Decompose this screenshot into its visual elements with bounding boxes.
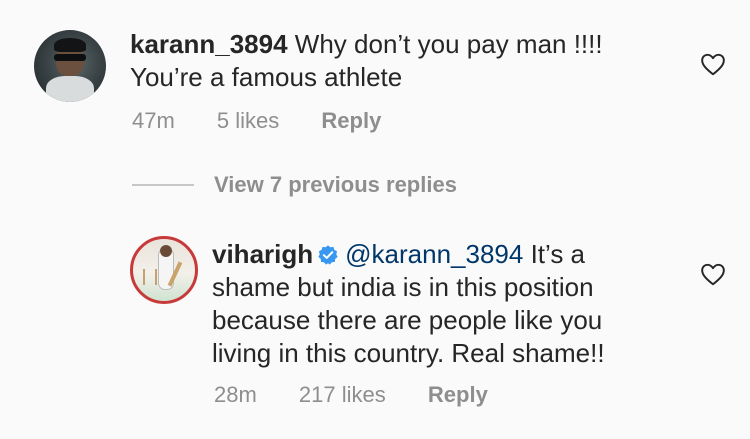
comment-1-text: karann_3894 Why don’t you pay man !!!! Y… xyxy=(130,28,603,94)
heart-outline-icon[interactable] xyxy=(700,262,726,286)
avatar-body-shape xyxy=(46,76,94,102)
comment-2-line1-rest: It’s a xyxy=(523,239,586,269)
avatar-viharigh[interactable] xyxy=(130,236,198,304)
view-replies-label[interactable]: View 7 previous replies xyxy=(214,172,457,198)
comment-2-line2: shame but india is in this position xyxy=(212,272,594,302)
comment-2-line4: living in this country. Real shame!! xyxy=(212,338,605,368)
comment-2-meta: 28m 217 likes Reply xyxy=(214,382,524,408)
comment-1-line2: You’re a famous athlete xyxy=(130,62,403,92)
heart-outline-icon[interactable] xyxy=(700,52,726,76)
avatar-karann[interactable] xyxy=(34,30,106,102)
avatar-hair-shape xyxy=(54,38,86,52)
comment-2-likes[interactable]: 217 likes xyxy=(299,382,386,407)
comment-1-reply-button[interactable]: Reply xyxy=(321,108,381,133)
avatar-stumps-shape xyxy=(143,269,157,285)
comment-2-text: viharigh @karann_3894 It’s a shame but i… xyxy=(212,238,605,370)
comment-1-likes[interactable]: 5 likes xyxy=(217,108,279,133)
verified-badge-icon xyxy=(318,245,338,265)
comment-1-line1: Why don’t you pay man !!!! xyxy=(294,29,603,59)
comment-2-reply-button[interactable]: Reply xyxy=(428,382,488,407)
comment-2-time: 28m xyxy=(214,382,257,407)
avatar-head-shape xyxy=(160,245,172,257)
comment-2-line3: because there are people like you xyxy=(212,305,603,335)
comment-1-meta: 47m 5 likes Reply xyxy=(132,108,417,134)
comment-1-time: 47m xyxy=(132,108,175,133)
comment-2-mention[interactable]: @karann_3894 xyxy=(345,239,523,269)
avatar-glasses-shape xyxy=(54,54,86,61)
comment-1-username[interactable]: karann_3894 xyxy=(130,29,288,59)
replies-divider-line xyxy=(132,184,194,186)
comment-2-username[interactable]: viharigh xyxy=(212,239,313,269)
view-previous-replies[interactable]: View 7 previous replies xyxy=(132,172,457,198)
